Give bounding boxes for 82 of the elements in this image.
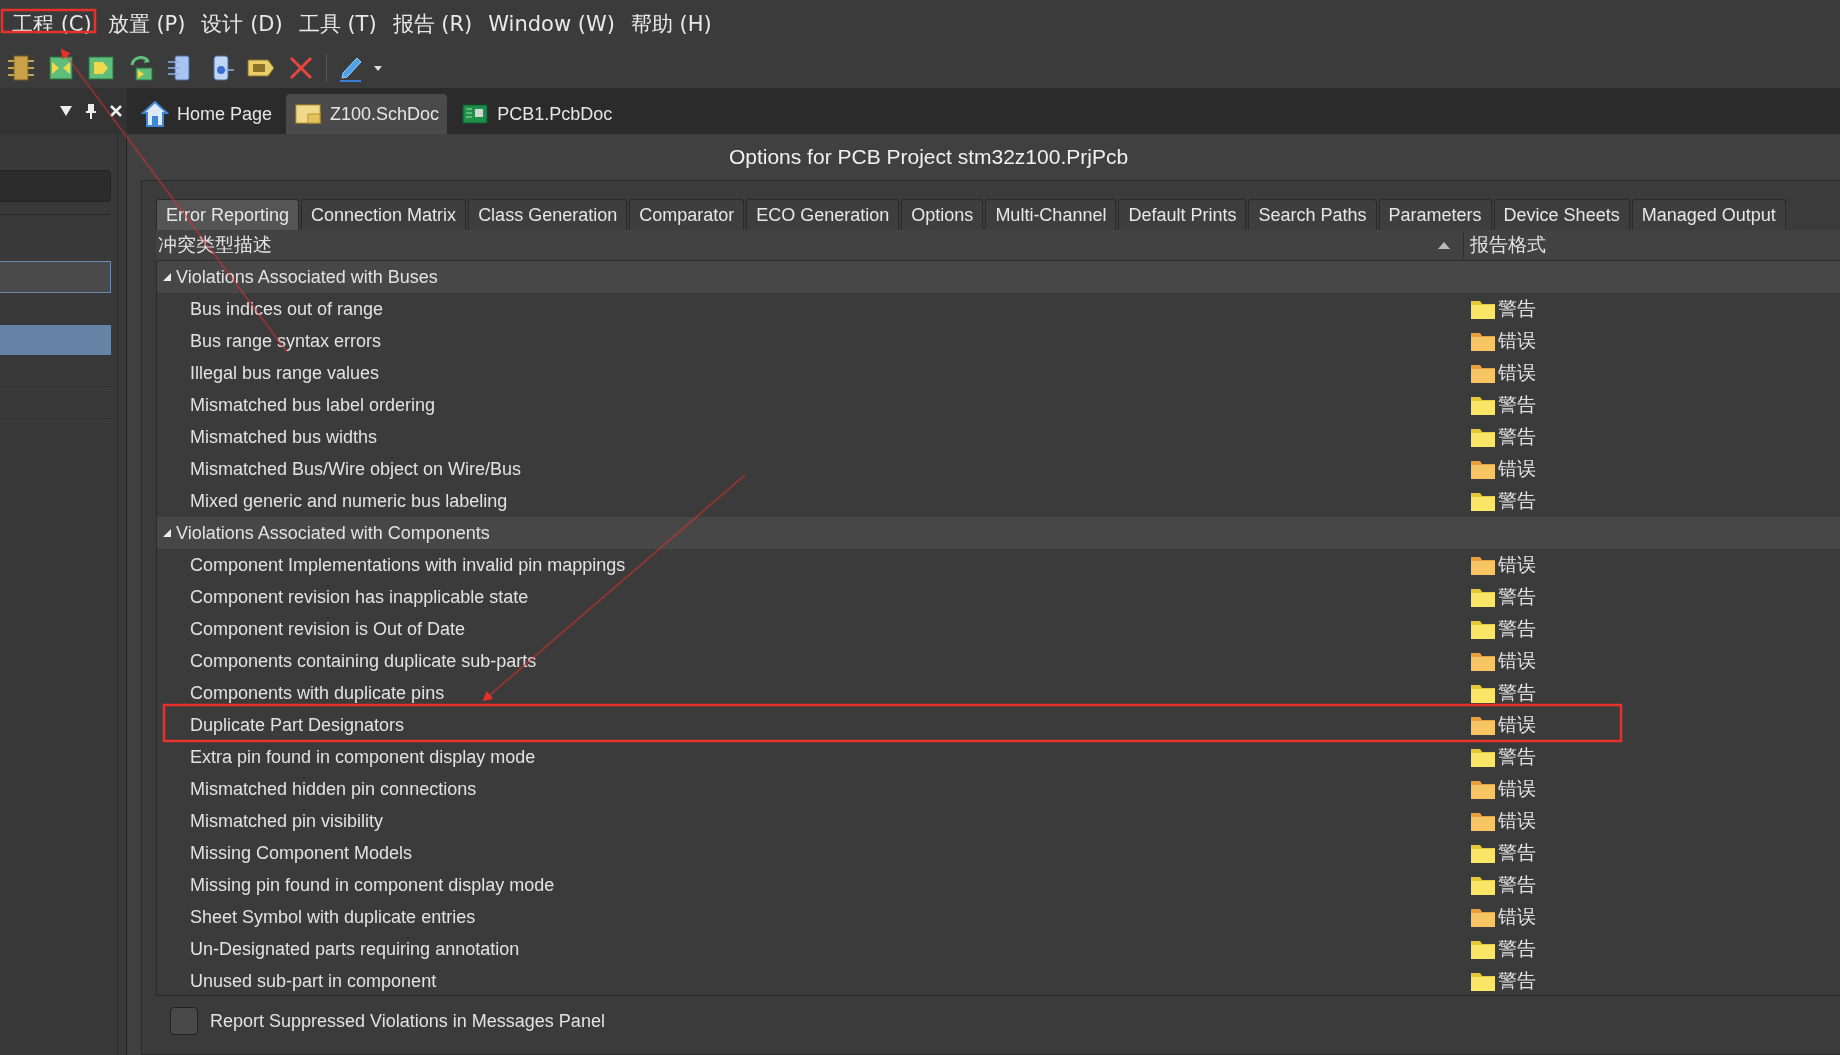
violation-name: Component revision has inapplicable state (189, 586, 530, 608)
dialog-tab[interactable]: Connection Matrix (301, 199, 467, 230)
violation-name: Sheet Symbol with duplicate entries (189, 906, 477, 928)
dialog-tab[interactable]: Parameters (1378, 199, 1492, 230)
violation-name: Mismatched pin visibility (189, 810, 385, 832)
violation-name: Missing pin found in component display mode (189, 874, 556, 896)
menu-item[interactable]: 设计 (D) (193, 10, 291, 38)
dialog-tab[interactable]: Class Generation (468, 199, 628, 230)
report-mode-cell[interactable]: 警告 (1458, 680, 1840, 706)
report-mode-cell[interactable]: 警告 (1458, 936, 1840, 962)
violation-name: Mismatched bus label ordering (189, 394, 437, 416)
report-mode-cell[interactable]: 警告 (1458, 296, 1840, 322)
report-mode-cell[interactable]: 错误 (1458, 808, 1840, 834)
violation-name: Extra pin found in component display mode (189, 746, 537, 768)
dialog-tab[interactable]: Managed Output (1631, 199, 1786, 230)
violation-name: Component Implementations with invalid pin mappings (189, 554, 627, 576)
close-icon[interactable] (109, 104, 123, 118)
document-tab[interactable]: Home Page (133, 94, 281, 134)
collapse-icon[interactable] (162, 272, 172, 282)
report-mode-cell[interactable]: 错误 (1458, 776, 1840, 802)
report-mode-cell[interactable]: 警告 (1458, 584, 1840, 610)
dialog-tab[interactable]: Comparator (629, 199, 745, 230)
dialog-tab[interactable]: Search Paths (1248, 199, 1377, 230)
violation-name: Components containing duplicate sub-parts (189, 650, 538, 672)
checkbox[interactable] (170, 1007, 198, 1035)
violation-name: Illegal bus range values (189, 362, 381, 384)
dialog-tab[interactable]: ECO Generation (746, 199, 900, 230)
menu-item[interactable]: 放置 (P) (99, 10, 194, 38)
report-mode-cell[interactable]: 警告 (1458, 840, 1840, 866)
violation-name: Mixed generic and numeric bus labeling (189, 490, 509, 512)
violation-name: Component revision is Out of Date (189, 618, 467, 640)
violation-name: Bus indices out of range (189, 298, 385, 320)
report-mode-cell[interactable]: 警告 (1458, 424, 1840, 450)
violation-name: Mismatched Bus/Wire object on Wire/Bus (189, 458, 523, 480)
collapse-icon[interactable] (162, 528, 172, 538)
report-mode-cell[interactable]: 警告 (1458, 616, 1840, 642)
menu-item[interactable]: 工具 (T) (290, 10, 385, 38)
dialog-tab[interactable]: Multi-Channel (985, 199, 1117, 230)
violation-name: Mismatched bus widths (189, 426, 379, 448)
report-mode-cell[interactable]: 错误 (1458, 648, 1840, 674)
group-label: Violations Associated with Components (176, 522, 491, 544)
menu-item[interactable]: 帮助 (H) (622, 10, 720, 38)
violation-name: Bus range syntax errors (189, 330, 383, 352)
report-mode-cell[interactable]: 错误 (1458, 904, 1840, 930)
report-mode-cell[interactable]: 错误 (1458, 456, 1840, 482)
column-header[interactable]: 冲突类型描述 (156, 232, 1437, 258)
house-icon (141, 100, 169, 128)
dialog-tab[interactable]: Device Sheets (1493, 199, 1630, 230)
report-mode-cell[interactable]: 警告 (1458, 968, 1840, 994)
caret-icon[interactable] (373, 63, 383, 73)
violation-name: Mismatched hidden pin connections (189, 778, 478, 800)
sidebar-field[interactable] (0, 261, 111, 293)
violation-name: Unused sub-part in component (189, 970, 438, 992)
dropdown-icon[interactable] (59, 105, 73, 117)
violation-name: Missing Component Models (189, 842, 414, 864)
report-mode-cell[interactable]: 警告 (1458, 392, 1840, 418)
port-icon[interactable] (86, 53, 116, 83)
pin-icon[interactable] (85, 103, 97, 119)
report-mode-cell[interactable]: 错误 (1458, 552, 1840, 578)
checkbox-label: Report Suppressed Violations in Messages Panel (210, 1010, 605, 1032)
column-header[interactable]: 报告格式 (1463, 232, 1840, 258)
report-mode-cell[interactable]: 警告 (1458, 744, 1840, 770)
dialog-tab[interactable]: Error Reporting (156, 199, 300, 230)
violation-name: Components with duplicate pins (189, 682, 446, 704)
group-label: Violations Associated with Buses (176, 266, 439, 288)
dialog-title: Options for PCB Project stm32z100.PrjPcb (727, 144, 1130, 170)
chip-icon[interactable] (6, 53, 36, 83)
report-mode-cell[interactable]: 警告 (1458, 488, 1840, 514)
report-mode-cell[interactable]: 警告 (1458, 872, 1840, 898)
dialog-tab[interactable]: Default Prints (1118, 199, 1247, 230)
document-tab[interactable]: PCB1.PcbDoc (453, 94, 621, 134)
menu-item[interactable]: 报告 (R) (384, 10, 481, 38)
dialog-tab[interactable]: Options (901, 199, 984, 230)
sheet-symbol-icon[interactable] (46, 53, 76, 83)
menu-item[interactable]: Window (W) (480, 12, 623, 36)
violation-name: Duplicate Part Designators (189, 714, 406, 736)
report-mode-cell[interactable]: 错误 (1458, 360, 1840, 386)
report-mode-cell[interactable]: 错误 (1458, 712, 1840, 738)
violation-name: Un-Designated parts requiring annotation (189, 938, 521, 960)
sort-icon[interactable] (1437, 240, 1451, 250)
report-mode-cell[interactable]: 错误 (1458, 328, 1840, 354)
document-tab[interactable]: Z100.SchDoc (286, 94, 448, 134)
